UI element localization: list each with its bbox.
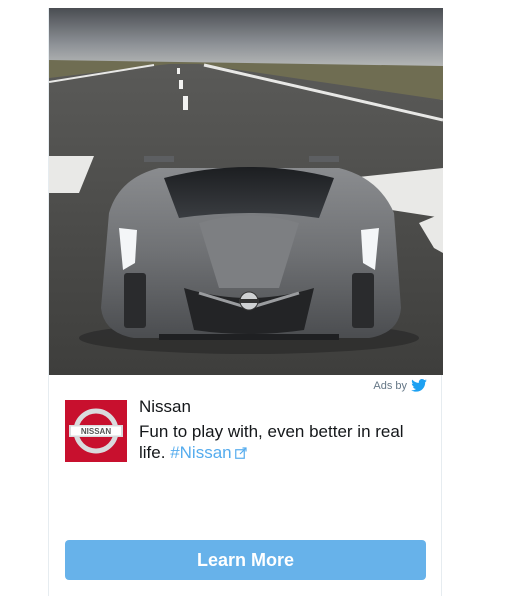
learn-more-button[interactable]: Learn More bbox=[65, 540, 426, 580]
twitter-bird-icon bbox=[411, 379, 427, 392]
nissan-concept-car-photo bbox=[49, 8, 443, 375]
ad-body-text: Fun to play with, even better in real li… bbox=[139, 421, 434, 463]
nissan-logo-image: NISSAN bbox=[65, 400, 127, 462]
external-link-icon bbox=[234, 447, 247, 459]
advertiser-name[interactable]: Nissan bbox=[139, 397, 191, 417]
car-hero-image[interactable] bbox=[49, 8, 443, 375]
ads-by-text: Ads by bbox=[373, 379, 407, 392]
ads-by-label[interactable]: Ads by bbox=[373, 379, 427, 392]
promoted-ad-card: Ads by NISSAN Nissan Fun to play with, e… bbox=[48, 8, 443, 596]
logo-wordmark: NISSAN bbox=[81, 427, 111, 436]
nissan-logo[interactable]: NISSAN bbox=[65, 400, 127, 462]
hashtag-link[interactable]: #Nissan bbox=[170, 443, 231, 462]
learn-more-label: Learn More bbox=[196, 549, 295, 570]
